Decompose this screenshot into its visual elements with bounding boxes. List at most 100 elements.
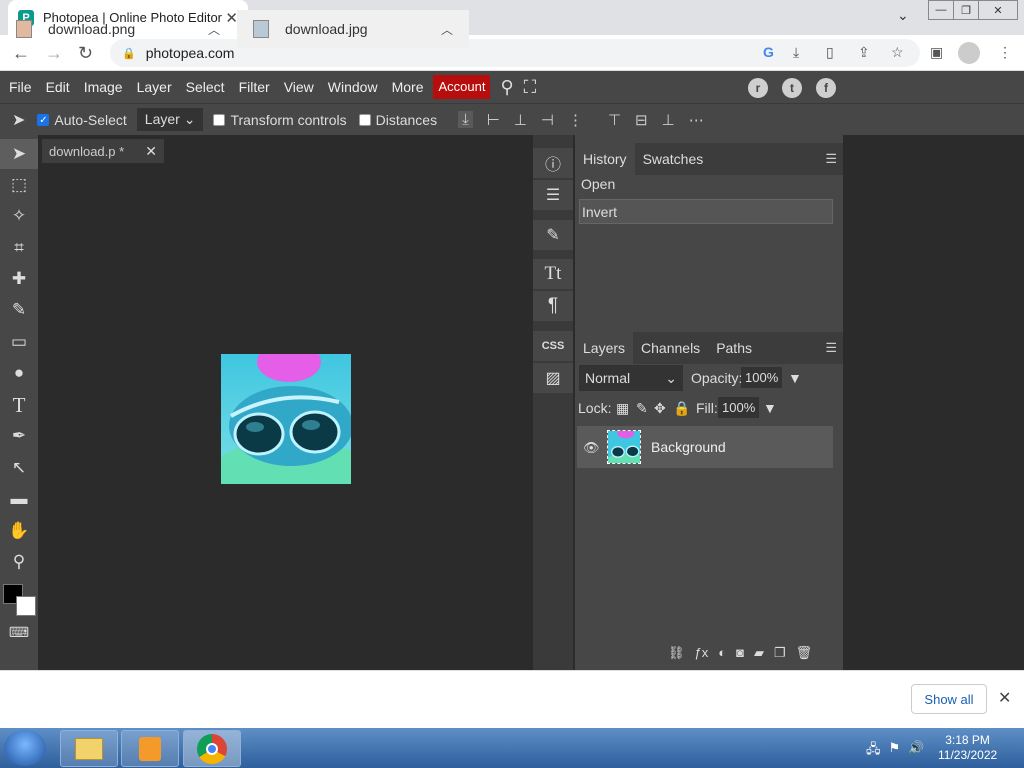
healing-tool-icon[interactable]: ✚ [0, 264, 38, 294]
menu-edit[interactable]: Edit [39, 71, 77, 103]
lock-position-icon[interactable]: ✥ [654, 400, 666, 417]
zoom-tool-icon[interactable]: ⚲ [0, 547, 38, 577]
align-bottom-icon[interactable]: ⊥ [662, 111, 675, 129]
profile-avatar[interactable] [958, 42, 980, 64]
gradient-tool-icon[interactable]: ▭ [0, 327, 38, 357]
account-button[interactable]: Account [433, 75, 491, 99]
distances-checkbox[interactable] [358, 113, 371, 126]
layers-panel-menu-icon[interactable]: ☰ [825, 340, 843, 356]
download-item-jpg[interactable]: download.jpg ︿ [237, 10, 469, 48]
info-icon[interactable]: ⓘ [533, 148, 573, 178]
taskbar-clock[interactable]: 3:18 PM 11/23/2022 [938, 733, 997, 763]
reddit-icon[interactable]: r [748, 78, 768, 98]
install-icon[interactable]: ⤓ [793, 44, 799, 61]
chrome-taskbar-button[interactable] [183, 730, 241, 767]
move-tool-icon[interactable]: ➤ [0, 139, 38, 169]
fullscreen-icon[interactable]: ⛶ [524, 77, 537, 98]
character-icon[interactable]: Tt [533, 259, 573, 289]
new-group-icon[interactable]: ▰ [754, 645, 764, 661]
new-layer-icon[interactable]: ❐ [774, 645, 786, 661]
auto-select-target-select[interactable]: Layer ⌄ [136, 108, 204, 131]
media-player-taskbar-button[interactable] [121, 730, 179, 767]
path-select-tool-icon[interactable]: ↖ [0, 453, 38, 483]
explorer-taskbar-button[interactable] [60, 730, 118, 767]
brush-tool-icon[interactable]: ✎ [0, 295, 38, 325]
magic-wand-tool-icon[interactable]: ✧ [0, 201, 38, 231]
menu-more[interactable]: More [385, 71, 431, 103]
blend-mode-select[interactable]: Normal ⌄ [579, 365, 683, 391]
action-center-icon[interactable]: ⚑ [889, 740, 901, 762]
history-panel-menu-icon[interactable]: ☰ [825, 151, 843, 167]
distribute-icon[interactable]: ⋮ [568, 111, 583, 129]
lock-all-icon[interactable]: 🔒 [673, 400, 690, 417]
fill-dropdown-icon[interactable]: ▼ [763, 400, 777, 416]
menu-file[interactable]: File [2, 71, 39, 103]
menu-select[interactable]: Select [179, 71, 232, 103]
auto-select-checkbox[interactable]: ✓ [37, 113, 50, 126]
show-all-button[interactable]: Show all [911, 684, 987, 714]
align-left-icon[interactable]: ⊢ [487, 111, 500, 129]
lock-paint-icon[interactable]: ✎ [636, 400, 648, 417]
type-tool-icon[interactable]: T [0, 390, 38, 420]
sidepanel-icon[interactable]: ▣ [930, 44, 943, 61]
history-entry-open[interactable]: Open [579, 172, 833, 197]
facebook-icon[interactable]: f [816, 78, 836, 98]
close-shelf-icon[interactable]: ✕ [998, 688, 1011, 708]
tab-search-chevron-icon[interactable]: ⌄ [897, 7, 909, 24]
network-icon[interactable]: 🖧 [866, 740, 881, 762]
tab-layers[interactable]: Layers [575, 332, 634, 364]
chevron-up-icon[interactable]: ︿ [208, 21, 220, 38]
hand-tool-icon[interactable]: ✋ [0, 516, 38, 546]
menu-image[interactable]: Image [77, 71, 130, 103]
bookmark-star-icon[interactable]: ☆ [891, 44, 904, 61]
start-button[interactable] [4, 730, 46, 766]
pen-tool-icon[interactable]: ✒ [0, 421, 38, 451]
menu-view[interactable]: View [277, 71, 321, 103]
paragraph-icon[interactable]: ¶ [533, 291, 573, 321]
link-layers-icon[interactable]: ⛓ [668, 645, 685, 661]
download-align-icon[interactable]: ⤓ [458, 111, 473, 128]
history-entry-invert[interactable]: Invert [579, 199, 833, 224]
align-top-icon[interactable]: ⊤ [608, 111, 621, 129]
brush-settings-icon[interactable]: ✎ [533, 220, 573, 250]
minimize-button[interactable]: — [928, 0, 954, 20]
align-center-icon[interactable]: ⊥ [514, 111, 527, 129]
layer-thumbnail[interactable] [607, 430, 641, 464]
page-icon[interactable]: ▯ [826, 44, 834, 61]
download-item-png[interactable]: download.png ︿ [0, 10, 236, 48]
chevron-up-icon[interactable]: ︿ [441, 21, 453, 38]
keyboard-icon[interactable]: ⌨ [0, 617, 38, 647]
volume-icon[interactable]: 🔊 [908, 740, 924, 762]
lock-transparency-icon[interactable]: ▦ [616, 400, 629, 417]
tab-swatches[interactable]: Swatches [635, 143, 712, 175]
menu-filter[interactable]: Filter [232, 71, 277, 103]
google-icon[interactable]: G [763, 44, 774, 60]
image-icon[interactable]: ▨ [533, 363, 573, 393]
rectangle-tool-icon[interactable]: ▬ [0, 484, 38, 514]
menu-window[interactable]: Window [321, 71, 385, 103]
background-color-swatch[interactable] [16, 596, 36, 616]
tab-history[interactable]: History [575, 143, 635, 175]
css-icon[interactable]: CSS [533, 331, 573, 361]
share-icon[interactable]: ⇪ [858, 44, 870, 61]
fill-input[interactable]: 100% [718, 397, 760, 418]
adjustment-layer-icon[interactable]: ◐ [718, 645, 726, 661]
tab-paths[interactable]: Paths [708, 332, 760, 364]
distribute-horizontal-icon[interactable]: ⋯ [689, 111, 704, 129]
tab-channels[interactable]: Channels [633, 332, 708, 364]
canvas-image[interactable] [221, 354, 351, 484]
layer-mask-icon[interactable]: ◙ [736, 645, 744, 661]
adjustments-icon[interactable]: ☰ [533, 180, 573, 210]
marquee-tool-icon[interactable]: ⬚ [0, 170, 38, 200]
opacity-dropdown-icon[interactable]: ▼ [788, 370, 802, 386]
kebab-menu-icon[interactable]: ⋮ [998, 44, 1012, 61]
search-icon[interactable]: ⚲ [500, 77, 513, 98]
menu-layer[interactable]: Layer [130, 71, 179, 103]
opacity-input[interactable]: 100% [741, 367, 783, 388]
restore-button[interactable]: ❐ [953, 0, 979, 20]
visibility-eye-icon[interactable]: 👁 [583, 440, 600, 456]
delete-layer-icon[interactable]: 🗑 [796, 645, 813, 661]
document-close-icon[interactable]: ✕ [145, 143, 157, 160]
crop-tool-icon[interactable]: ⌗ [0, 233, 38, 263]
document-tab[interactable]: download.p * ✕ [42, 139, 164, 163]
